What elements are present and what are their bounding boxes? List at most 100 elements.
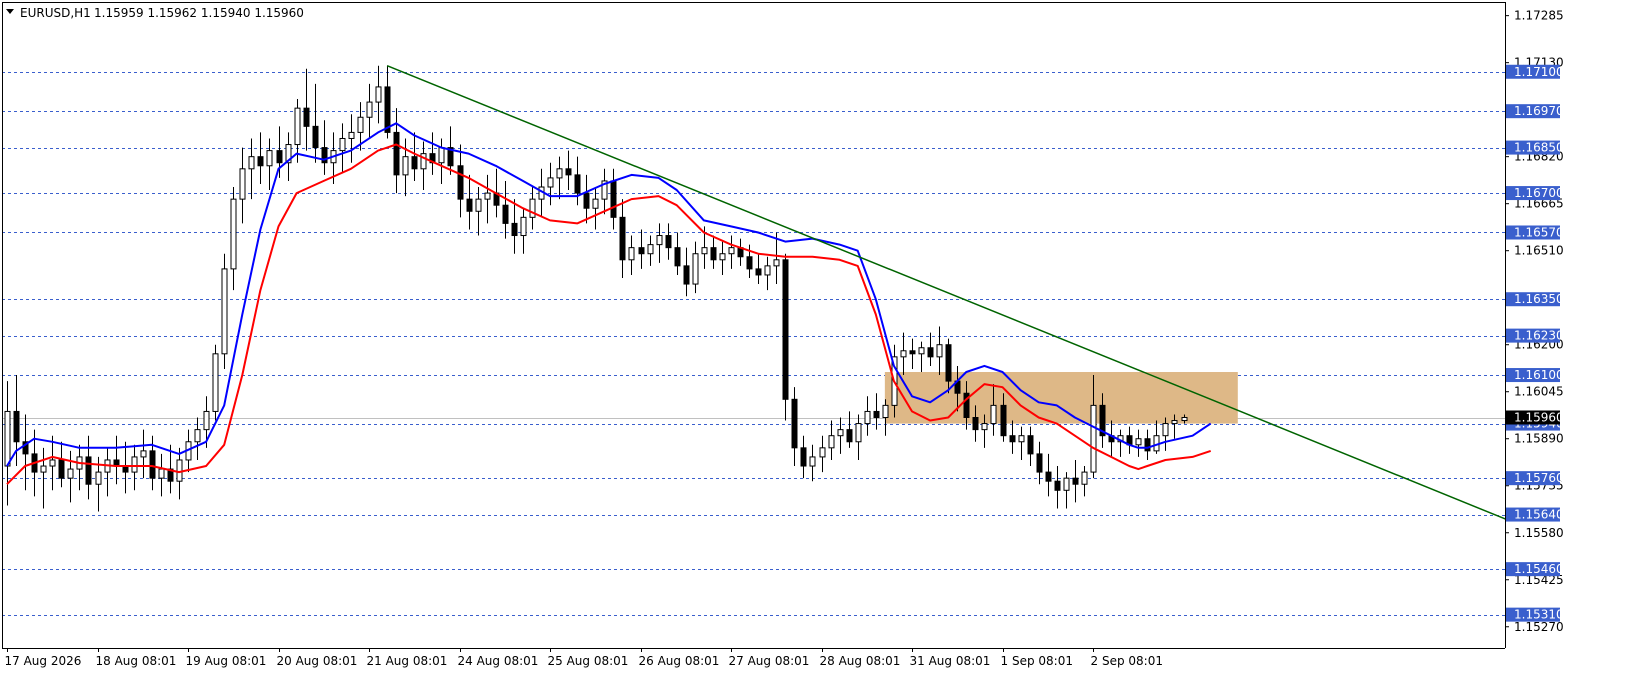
level-tag-label: 1.15310 <box>1514 608 1564 622</box>
chart-header: EURUSD,H1 1.15959 1.15962 1.15940 1.1596… <box>6 6 304 20</box>
time-tick-label: 21 Aug 08:01 <box>367 654 448 668</box>
candle-body <box>855 423 862 443</box>
candle-body <box>58 459 65 479</box>
candle-body <box>511 222 518 237</box>
level-tag-label: 1.17100 <box>1514 65 1564 79</box>
candle-body <box>819 447 826 458</box>
candle-body <box>972 417 979 431</box>
candle-body <box>1036 453 1043 473</box>
time-tick-label: 31 Aug 08:01 <box>910 654 991 668</box>
candle-body <box>647 244 654 255</box>
candle-body <box>303 107 310 127</box>
candle-body <box>348 131 355 139</box>
time-tick-label: 2 Sep 08:01 <box>1091 654 1163 668</box>
candle-body <box>773 259 780 267</box>
candle-body <box>1063 477 1070 491</box>
candle-body <box>384 86 391 133</box>
level-tag-label: 1.16100 <box>1514 368 1564 382</box>
candle-body <box>1018 435 1025 443</box>
candle-body <box>221 268 228 355</box>
candle-body <box>556 168 563 179</box>
candle-body <box>402 156 409 176</box>
candle-body <box>1135 438 1142 446</box>
candle-body <box>194 429 201 443</box>
candle-body <box>1009 435 1016 443</box>
candle-body <box>990 404 997 425</box>
candle-body <box>49 459 56 467</box>
candle-body <box>257 156 264 167</box>
candle-body <box>475 198 482 212</box>
candle-body <box>67 468 74 479</box>
price-chart[interactable]: 1.172851.171301.168201.166651.165101.162… <box>0 0 1626 696</box>
candle-body <box>927 347 934 358</box>
candle-body <box>520 216 527 237</box>
candle-body <box>764 265 771 276</box>
candle-body <box>131 456 138 473</box>
candle-body <box>945 344 952 382</box>
time-tick-label: 24 Aug 08:01 <box>458 654 539 668</box>
candle-body <box>266 150 273 167</box>
candle-body <box>1054 480 1061 491</box>
candle-body <box>610 180 617 218</box>
level-tag-label: 1.16700 <box>1514 186 1564 200</box>
candle-body <box>1045 471 1052 482</box>
candle-body <box>900 350 907 358</box>
candle-body <box>4 410 11 467</box>
price-tick-label: 1.16045 <box>1514 385 1564 399</box>
price-tick-label: 1.17285 <box>1514 9 1564 23</box>
candle-body <box>1027 435 1034 455</box>
candle-body <box>882 404 889 419</box>
candle-body <box>656 235 663 246</box>
candle-body <box>873 410 880 419</box>
candle-body <box>755 268 762 276</box>
level-tag-label: 1.16850 <box>1514 141 1564 155</box>
candle-body <box>230 198 237 270</box>
candle-body <box>312 125 319 149</box>
level-tag-label: 1.15760 <box>1514 471 1564 485</box>
candle-body <box>592 198 599 209</box>
candle-body <box>366 101 373 118</box>
candle-body <box>809 456 816 467</box>
time-tick-label: 19 Aug 08:01 <box>186 654 267 668</box>
candle-body <box>457 165 464 200</box>
candle-body <box>1081 471 1088 485</box>
candle-body <box>276 150 283 164</box>
candle-body <box>466 198 473 212</box>
time-tick-label: 25 Aug 08:01 <box>548 654 629 668</box>
price-tick-label: 1.15890 <box>1514 432 1564 446</box>
candle-body <box>438 147 445 164</box>
level-tag-label: 1.15460 <box>1514 562 1564 576</box>
candle-body <box>918 347 925 355</box>
symbol-label: EURUSD,H1 <box>20 6 91 20</box>
candle-body <box>357 116 364 133</box>
candle-body <box>1072 477 1079 485</box>
time-tick-label: 27 Aug 08:01 <box>729 654 810 668</box>
chart-background <box>0 0 1626 696</box>
candle-body <box>1090 404 1097 473</box>
candle-body <box>719 253 726 261</box>
candle-body <box>728 247 735 255</box>
candle-body <box>502 204 509 224</box>
candle-body <box>547 177 554 188</box>
candle-body <box>846 429 853 443</box>
candle-body <box>981 423 988 431</box>
candle-body <box>85 456 92 485</box>
candle-body <box>692 253 699 285</box>
candle-body <box>746 256 753 270</box>
candle-body <box>484 192 491 200</box>
candle-body <box>1162 423 1169 437</box>
candle-body <box>710 247 717 261</box>
candle-body <box>203 410 210 431</box>
current-price-label: 1.15960 <box>1514 411 1564 425</box>
candle-body <box>1171 420 1178 425</box>
candle-body <box>583 192 590 209</box>
candle-body <box>638 247 645 255</box>
candle-body <box>393 131 400 176</box>
time-tick-label: 1 Sep 08:01 <box>1001 654 1073 668</box>
candle-body <box>248 156 255 170</box>
candle-body <box>574 174 581 194</box>
candle-body <box>140 450 147 458</box>
candle-body <box>864 410 871 425</box>
candle-body <box>411 156 418 170</box>
candle-body <box>628 247 635 261</box>
